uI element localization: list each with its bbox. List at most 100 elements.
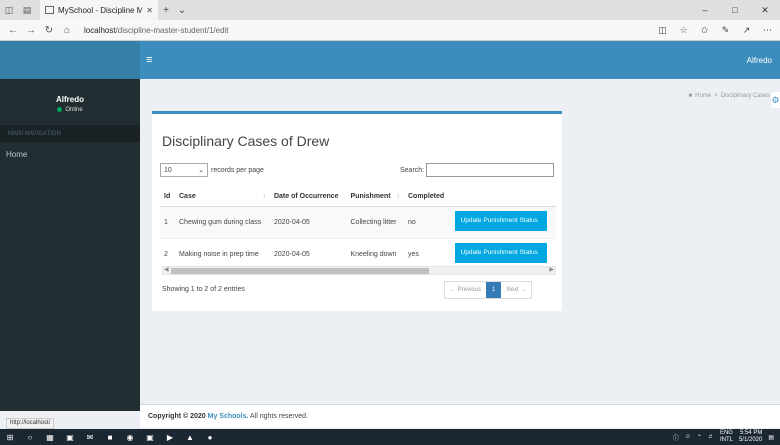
clock-time: 5:54 PM [739, 430, 763, 436]
breadcrumb-separator: > [714, 93, 718, 99]
update-punishment-status-button[interactable]: Update Punishment Status [454, 243, 547, 264]
column-header-label: Id [164, 192, 171, 200]
edge-browser-icon[interactable]: ◉ [120, 433, 140, 442]
table-row: 1 Chewing gum during class 2020-04-05 Co… [160, 206, 556, 239]
column-header-case[interactable]: Case ↕ [175, 187, 270, 207]
tab-actions-icon[interactable]: ◫ [0, 0, 18, 20]
more-icon[interactable]: ⋯ [757, 25, 778, 36]
chevron-down-icon: ⌄ [198, 167, 204, 174]
notifications-icon[interactable]: ▤ [768, 434, 774, 441]
help-icon[interactable]: ⓘ [673, 433, 679, 442]
table-horizontal-scrollbar[interactable]: ◀ ▶ [162, 266, 556, 275]
sidebar-toggle-icon[interactable]: ≡ [146, 54, 166, 66]
mail-icon[interactable]: ✉ [80, 433, 100, 442]
column-header-id[interactable]: Id [160, 187, 175, 207]
update-punishment-status-button[interactable]: Update Punishment Status [454, 211, 547, 231]
file-explorer-icon[interactable]: ■ [100, 433, 120, 442]
copyright-prefix: Copyright © 2020 [148, 413, 206, 420]
column-header-date[interactable]: Date of Occurrence [269, 187, 347, 207]
clock-date: 5/1/2020 [738, 437, 763, 443]
reading-view-icon[interactable]: ◫ [652, 25, 673, 36]
start-windows-icon[interactable]: ⊞ [0, 433, 20, 442]
cell-completed: no [404, 206, 451, 239]
volume-icon[interactable]: ♬ [708, 434, 714, 440]
pen-icon[interactable]: ✎ [715, 25, 736, 36]
close-window-icon[interactable]: ✕ [750, 5, 780, 16]
cell-id: 1 [160, 206, 175, 239]
people-icon[interactable]: ☺ [685, 434, 691, 440]
records-per-page-select[interactable]: 10 ⌄ [160, 163, 208, 177]
clock[interactable]: 5:54 PM 5/1/2020 [739, 430, 762, 444]
page-title: Disciplinary Cases of Drew [162, 133, 330, 149]
nav-header: MAIN NAVIGATION [0, 125, 140, 142]
cell-case: Chewing gum during class [175, 206, 270, 239]
page-footer: Copyright © 2020 My Schools. All rights … [140, 404, 780, 428]
page-1-button[interactable]: 1 [486, 282, 502, 298]
table-header-row: Id Case ↕ Date of Occurrence Punishment ↕ … [160, 187, 556, 207]
url-field[interactable]: ⓘ localhost/discipline-master-student/1/… [10, 25, 652, 202]
user-status: Online [0, 107, 140, 113]
chevron-up-icon[interactable]: ⌃ [697, 434, 702, 441]
store-icon[interactable]: ▣ [60, 433, 80, 442]
breadcrumb-home[interactable]: Home [695, 93, 711, 99]
column-header-label: Case [179, 192, 196, 200]
search-icon[interactable]: ○ [20, 433, 40, 442]
sort-icon: ↕ [262, 192, 266, 200]
pagination: ← Previous 1 Next → [444, 281, 533, 299]
column-header-completed[interactable]: Completed [404, 187, 451, 207]
top-navbar: ≡ Alfredo [140, 41, 780, 79]
breadcrumb: ■ Home > Disciplinary Cases [688, 93, 770, 99]
sidebar-user-name: Alfredo [56, 95, 84, 104]
language-layout: INTL [719, 437, 733, 443]
app-icon[interactable]: ▲ [180, 433, 200, 442]
favorites-list-icon[interactable]: ✩ [694, 25, 715, 36]
footer-brand-link[interactable]: My Schools. [208, 413, 249, 420]
column-header-action [450, 187, 556, 207]
settings-gear-icon[interactable]: ⚙ [771, 92, 780, 108]
address-bar-row: ← → ↻ ⌂ ⓘ localhost/discipline-master-st… [0, 20, 780, 202]
column-header-punishment[interactable]: Punishment ↕ [346, 187, 404, 207]
media-icon[interactable]: ▶ [160, 433, 180, 442]
sidebar-item-home[interactable]: Home [0, 142, 140, 167]
share-icon[interactable]: ↗ [736, 25, 757, 36]
sidebar: Alfredo Online MAIN NAVIGATION Home [0, 79, 140, 411]
scrollbar-thumb[interactable] [171, 268, 429, 274]
search-input[interactable] [426, 163, 555, 177]
new-tab-icon[interactable]: + [158, 5, 174, 16]
cell-action: Update Punishment Status [450, 206, 556, 239]
search-label: Search: [400, 166, 425, 174]
column-header-label: Date of Occurrence [273, 192, 339, 200]
scroll-right-icon[interactable]: ▶ [549, 266, 554, 273]
forward-icon[interactable]: → [22, 25, 40, 36]
next-page-button[interactable]: Next → [501, 282, 532, 298]
back-icon[interactable]: ← [4, 25, 22, 36]
url-path: /discipline-master-student/1/edit [115, 25, 229, 35]
maximize-icon[interactable]: □ [720, 5, 750, 16]
refresh-icon[interactable]: ↻ [40, 25, 58, 36]
user-menu[interactable]: Alfredo [747, 56, 772, 65]
user-status-label: Online [65, 107, 83, 114]
previous-page-button[interactable]: ← Previous [445, 282, 487, 298]
cell-punishment: Collecting litter [346, 206, 404, 239]
language-indicator[interactable]: ENG INTL [720, 430, 733, 444]
records-per-page-control: 10 ⌄ records per page [160, 163, 264, 177]
favorite-star-icon[interactable]: ☆ [673, 25, 694, 36]
records-per-page-label: records per page [211, 166, 264, 174]
cases-table: Id Case ↕ Date of Occurrence Punishment ↕ … [160, 187, 556, 270]
chat-icon[interactable]: ● [200, 433, 220, 442]
home-icon[interactable]: ⌂ [58, 25, 76, 36]
tab-list-chevron-icon[interactable]: ⌄ [174, 5, 190, 16]
system-tray: ⓘ ☺ ⌃ ♬ ENG INTL 5:54 PM 5/1/2020 ▤ [673, 430, 780, 444]
logo-area[interactable] [0, 41, 140, 79]
browser-tab[interactable]: MySchool - Discipline M ✕ [40, 0, 158, 20]
office-icon[interactable]: ▣ [140, 433, 160, 442]
column-header-label: Completed [408, 192, 445, 200]
scroll-left-icon[interactable]: ◀ [164, 266, 169, 273]
tab-preview-icon[interactable]: ▤ [18, 0, 36, 20]
disciplinary-cases-box: Disciplinary Cases of Drew 10 ⌄ records … [152, 111, 562, 311]
minimize-icon[interactable]: – [690, 5, 720, 16]
close-tab-icon[interactable]: ✕ [146, 6, 153, 15]
task-view-icon[interactable]: ▦ [40, 433, 60, 442]
language-code: ENG [719, 430, 733, 436]
page-favicon-icon [45, 6, 54, 14]
